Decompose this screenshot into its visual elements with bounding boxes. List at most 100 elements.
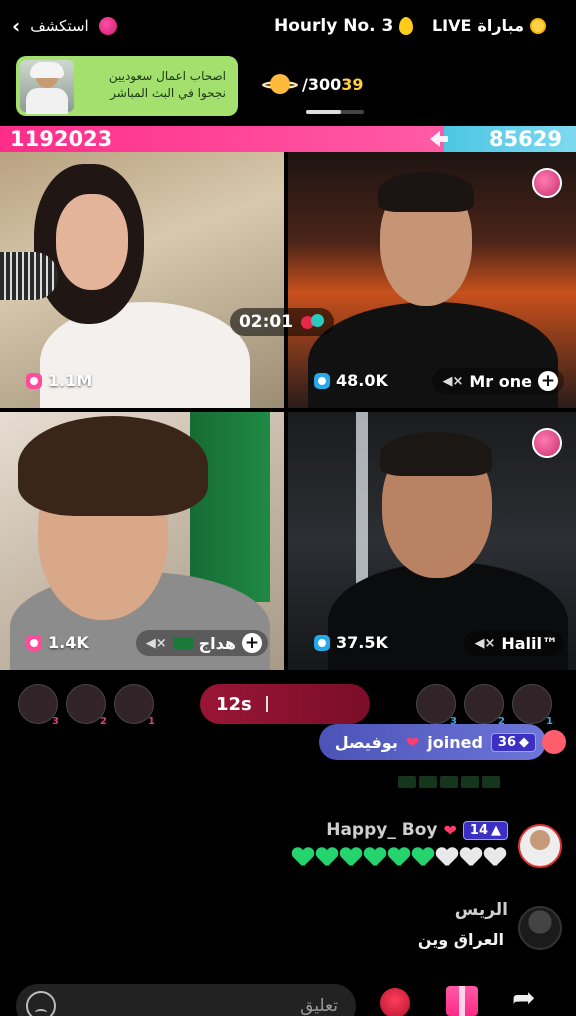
emoji-icon[interactable] <box>26 991 56 1016</box>
chat-message-2-text: العراق وين <box>417 930 504 949</box>
level-progress-bar <box>306 110 364 114</box>
white-heart-icon <box>484 848 506 868</box>
muted-speaker-icon: ◀× <box>442 373 464 389</box>
follow-plus-icon[interactable]: + <box>242 633 262 653</box>
guest-4-hair <box>380 432 492 476</box>
level-total: /300 <box>302 74 342 94</box>
like-counter-icon <box>314 634 330 651</box>
flag-icon <box>482 776 500 788</box>
battle-countdown-value: 12s <box>216 693 252 715</box>
battle-timer: 02:01 <box>230 308 334 336</box>
chat-avatar[interactable] <box>518 906 562 950</box>
guest-3-likes-value: 1.4K <box>48 633 89 652</box>
guest-2-likes: 48.0K <box>314 371 388 390</box>
gift-icon[interactable] <box>446 986 478 1016</box>
guest-2-name-tag[interactable]: ◀× Mr one + <box>432 368 564 394</box>
level-counter[interactable]: /30039 <box>262 72 364 96</box>
match-label: مباراة <box>477 16 524 35</box>
bottom-bar: تعليق ➦ <box>0 980 576 1016</box>
flame-icon <box>399 17 414 35</box>
chat-message-2-header: الريس <box>455 900 508 920</box>
explore-button[interactable]: ‹ استكشف <box>12 14 117 38</box>
green-heart-icon <box>388 848 410 868</box>
guest-tile-2[interactable]: 48.0K ◀× Mr one + <box>288 152 576 408</box>
left-supporter-avatar[interactable]: 3 <box>18 684 59 727</box>
follow-plus-icon[interactable]: + <box>538 371 558 391</box>
flag-icon <box>419 776 437 788</box>
saudi-flag-icon <box>172 636 193 650</box>
muted-speaker-icon: ◀× <box>145 635 167 651</box>
like-counter-icon <box>26 372 42 389</box>
guest-2-hair <box>378 172 474 212</box>
guest-tile-3[interactable]: 1.4K ◀× هداج + <box>0 412 284 670</box>
planet-icon <box>262 72 298 96</box>
guest-4-name-tag[interactable]: ◀× Halil™ <box>464 631 564 656</box>
guest-tile-1[interactable]: 1.1M <box>0 152 284 408</box>
diamond-icon: ◆ <box>519 734 529 750</box>
guest-4-rank-badge <box>532 428 562 458</box>
heart-icon: ❤ <box>405 732 420 752</box>
hourly-rank-button[interactable]: Hourly No. 3 <box>274 16 414 36</box>
chat-avatar[interactable] <box>518 824 562 868</box>
join-level-badge: 36 ◆ <box>490 732 536 752</box>
green-heart-icon <box>412 848 434 868</box>
guest-2-likes-value: 48.0K <box>336 371 388 390</box>
guest-3-name: هداج <box>198 633 236 653</box>
guest-1-likes: 1.1M <box>26 371 92 390</box>
join-text: joined <box>427 732 483 752</box>
explore-label: استكشف <box>30 17 89 35</box>
left-supporter-avatar[interactable]: 2 <box>66 684 107 727</box>
flag-icon <box>398 776 416 788</box>
promo-banner[interactable]: اصحاب اعمال سعوديين نجحوا في البث المباش… <box>16 56 238 116</box>
right-supporter-avatar[interactable]: 1 <box>512 684 553 727</box>
guest-4-name: Halil™ <box>501 634 558 653</box>
top-bar: ‹ استكشف Hourly No. 3 LIVE مباراة <box>0 0 576 56</box>
green-heart-icon <box>364 848 386 868</box>
pk-right-score: 85629 <box>444 126 576 152</box>
pk-score-bar: 1192023 85629 <box>0 126 576 152</box>
comment-input[interactable]: تعليق <box>16 984 356 1016</box>
guest-1-likes-value: 1.1M <box>48 371 93 390</box>
chat-user-name[interactable]: الريس <box>455 900 508 920</box>
coin-icon <box>530 17 546 34</box>
promo-line-2: نجحوا في البث المباشر <box>110 86 226 100</box>
promo-text: اصحاب اعمال سعوديين نجحوا في البث المباش… <box>109 68 226 102</box>
flag-icon <box>461 776 479 788</box>
pk-left-score: 1192023 <box>0 126 444 152</box>
chat-user-name[interactable]: Happy_ Boy <box>326 820 437 840</box>
video-grid: 1.1M 48.0K ◀× Mr one + 1.4K ◀× هداج + 37… <box>0 152 576 670</box>
countdown-divider <box>265 696 268 712</box>
explore-icon <box>98 17 117 35</box>
guest-4-likes-value: 37.5K <box>336 633 388 652</box>
white-heart-icon <box>460 848 482 868</box>
level-current: 39 <box>341 74 364 94</box>
guest-3-name-tag[interactable]: ◀× هداج + <box>135 630 268 656</box>
pk-divider-icon <box>430 131 448 147</box>
guest-tile-4[interactable]: 37.5K ◀× Halil™ <box>288 412 576 670</box>
level-icon: ▲ <box>491 822 501 838</box>
like-counter-icon <box>26 634 42 651</box>
share-icon[interactable]: ➦ <box>512 984 544 1012</box>
saudi-flag-background <box>190 412 270 602</box>
right-supporter-avatar[interactable]: 2 <box>464 684 505 727</box>
level-progress-fill <box>306 110 341 114</box>
live-match-button[interactable]: LIVE مباراة <box>432 16 546 35</box>
chat-message-1-header: Happy_ Boy ❤ 14 ▲ <box>326 820 508 840</box>
promo-thumbnail <box>20 60 74 114</box>
rose-gift-icon[interactable] <box>380 988 410 1016</box>
battle-supporters-row: 3 2 1 12s 3 2 1 <box>0 680 576 727</box>
guest-4-likes: 37.5K <box>314 633 388 652</box>
promo-line-1: اصحاب اعمال سعوديين <box>108 69 226 83</box>
like-counter-icon <box>314 372 330 389</box>
flags-row <box>398 776 500 788</box>
microphone-icon <box>0 252 58 300</box>
right-supporter-avatar[interactable]: 3 <box>416 684 457 727</box>
guest-3-likes: 1.4K <box>26 633 89 652</box>
green-heart-icon <box>292 848 314 868</box>
boxing-gloves-icon <box>301 314 325 330</box>
join-user-name: بوفيصل <box>334 732 398 752</box>
left-supporter-avatar[interactable]: 1 <box>114 684 155 727</box>
white-heart-icon <box>436 848 458 868</box>
join-heart-icon <box>542 730 566 754</box>
chat-message-1-hearts <box>292 848 506 868</box>
